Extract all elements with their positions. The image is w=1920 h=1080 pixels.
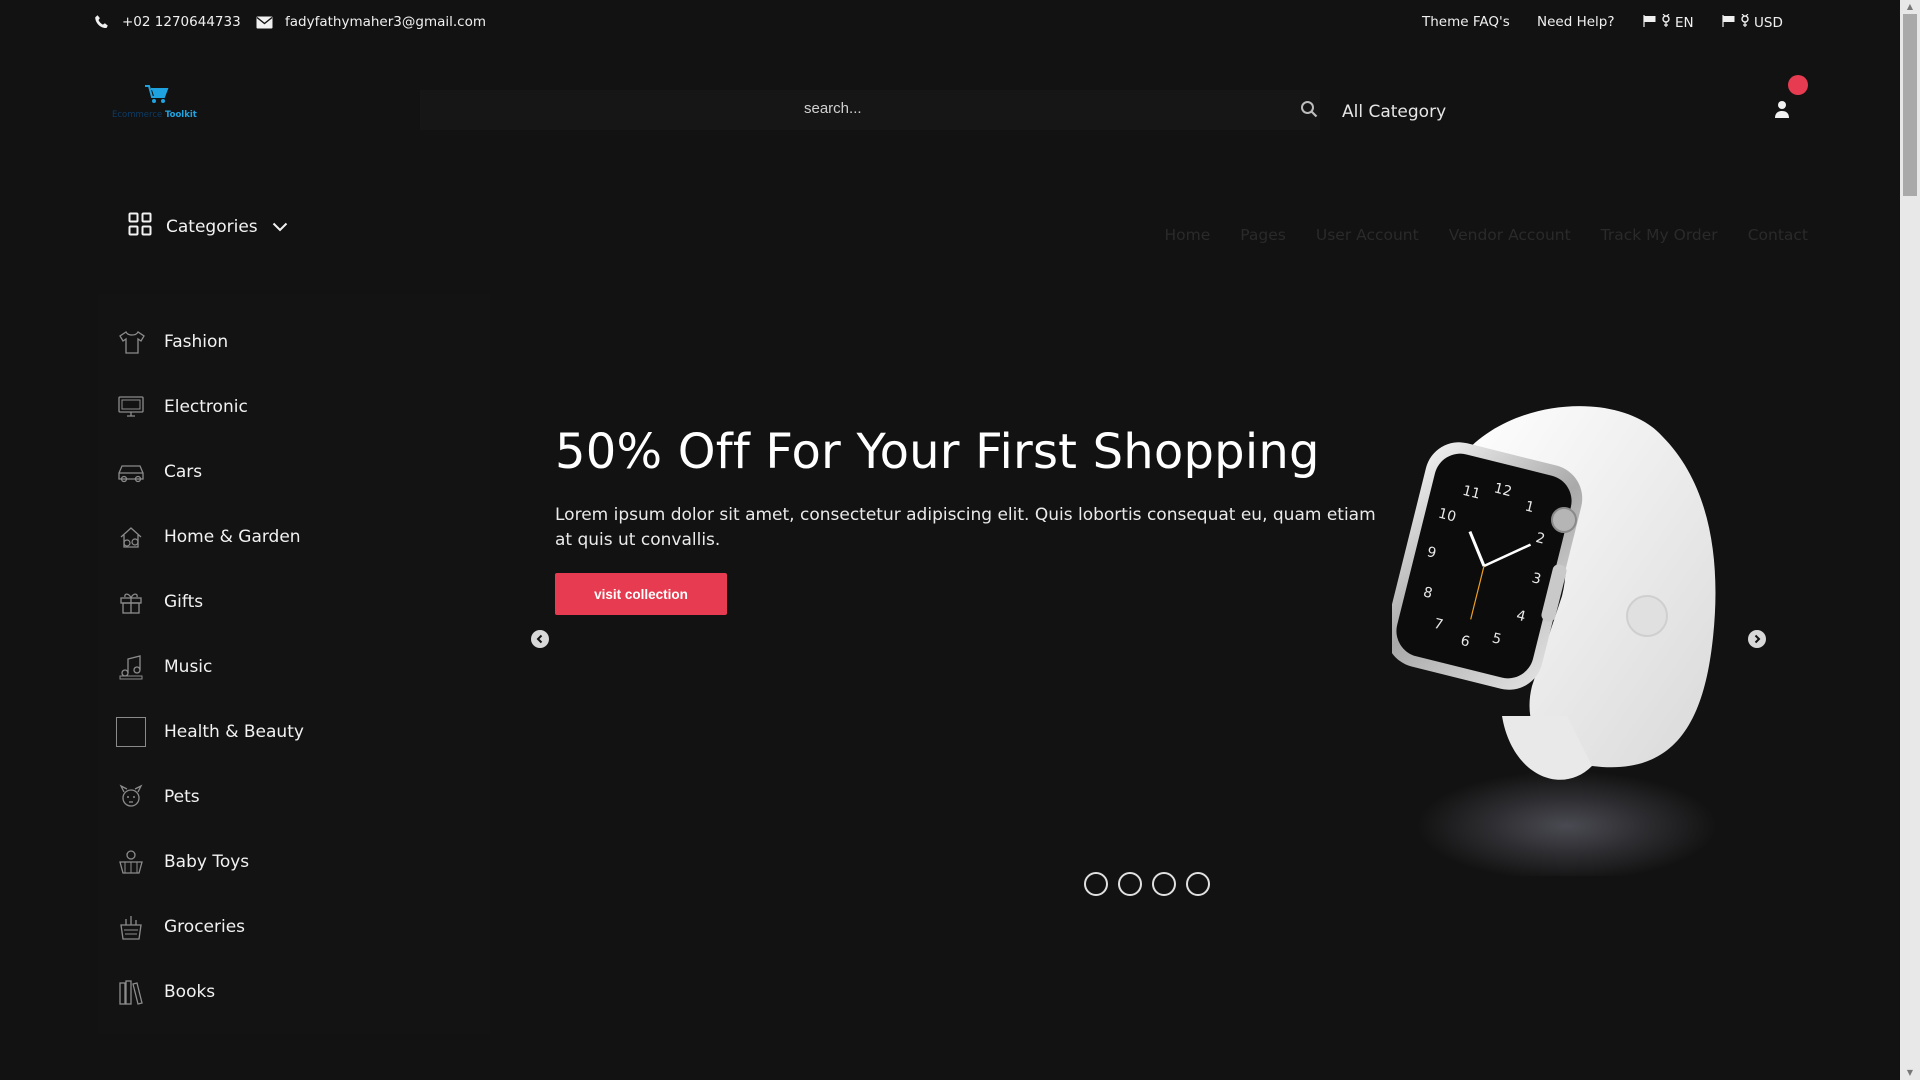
sidebar-item-label: Books [164,982,216,1002]
phone-contact[interactable]: +02 1270644733 [94,14,241,30]
hero-title: 50% Off For Your First Shopping [555,424,1320,480]
flag-icon [1643,14,1657,31]
phone-number: +02 1270644733 [122,14,241,30]
car-icon [116,457,146,487]
groceries-icon [116,912,146,942]
site-logo[interactable]: Ecommerce Toolkit [112,84,202,124]
scroll-down-arrow-icon[interactable]: ▼ [1905,1068,1915,1078]
sidebar-item-books[interactable]: Books [116,976,215,1008]
logo-word-toolkit: Toolkit [164,110,197,120]
health-beauty-icon [116,717,146,747]
search-icon[interactable] [1300,100,1318,122]
watch-shadow [1417,771,1717,876]
chevron-left-icon [536,634,543,644]
page-scrollbar[interactable]: ▲ ▼ [1900,0,1920,1080]
nav-contact[interactable]: Contact [1748,226,1808,244]
gender-icon [1740,13,1750,31]
categories-label: Categories [166,216,258,237]
sidebar-item-label: Fashion [164,332,229,352]
category-select[interactable]: All Category [1342,102,1446,122]
carousel-next-button[interactable] [1748,630,1766,648]
visit-collection-button[interactable]: visit collection [555,573,727,615]
nav-pages[interactable]: Pages [1240,226,1286,244]
carousel-dot[interactable] [1118,872,1142,896]
gender-icon [1661,13,1671,31]
carousel-dot[interactable] [1152,872,1176,896]
grid-icon [128,212,152,241]
hero-description: Lorem ipsum dolor sit amet, consectetur … [555,505,1376,550]
carousel-dots [1084,872,1210,896]
cart-logo-icon [144,84,170,110]
search-input[interactable] [804,100,1284,117]
sidebar-item-label: Groceries [164,917,246,937]
carousel-dot[interactable] [1084,872,1108,896]
sidebar-item-cars[interactable]: Cars [116,456,202,488]
fashion-icon [116,327,146,357]
language-selector[interactable]: EN [1643,13,1694,31]
categories-dropdown[interactable]: Categories [128,212,288,241]
theme-faq-link[interactable]: Theme FAQ's [1422,14,1510,30]
sidebar-item-label: Baby Toys [164,852,250,872]
scroll-up-arrow-icon[interactable]: ▲ [1905,2,1915,12]
top-bar: +02 1270644733 fadyfathymaher3@gmail.com… [0,0,1900,46]
sidebar-item-fashion[interactable]: Fashion [116,326,228,358]
watch-crown [1551,507,1577,533]
flag-icon [1722,14,1736,31]
currency-label: USD [1754,14,1783,31]
baby-toys-icon [116,847,146,877]
phone-icon [94,14,110,30]
nav-vendor-account[interactable]: Vendor Account [1449,226,1571,244]
carousel-dot[interactable] [1186,872,1210,896]
home-garden-icon [116,522,146,552]
music-icon [116,652,146,682]
email-contact[interactable]: fadyfathymaher3@gmail.com [256,14,486,30]
gift-icon [116,587,146,617]
notification-badge [1788,75,1808,95]
sidebar-item-label: Gifts [164,592,204,612]
sidebar-item-music[interactable]: Music [116,651,212,683]
help-label: Need Help? [1537,14,1615,30]
main-nav: Home Pages User Account Vendor Account T… [1164,226,1808,244]
nav-track-order[interactable]: Track My Order [1601,226,1718,244]
sidebar-item-label: Music [164,657,213,677]
currency-selector[interactable]: USD [1722,13,1783,31]
email-address: fadyfathymaher3@gmail.com [285,14,486,30]
sidebar-item-pets[interactable]: Pets [116,781,200,813]
carousel-prev-button[interactable] [531,630,549,648]
logo-text: Ecommerce Toolkit [112,110,197,120]
sidebar-item-baby-toys[interactable]: Baby Toys [116,846,249,878]
mail-icon [256,16,273,29]
search-bar [420,90,1320,130]
books-icon [116,977,146,1007]
faq-label: Theme FAQ's [1422,14,1510,30]
chevron-down-icon [272,217,288,237]
scroll-thumb[interactable] [1903,14,1917,196]
sidebar-item-label: Electronic [164,397,248,417]
nav-home[interactable]: Home [1164,226,1210,244]
chevron-right-icon [1754,634,1761,644]
sidebar-item-health-beauty[interactable]: Health & Beauty [116,716,304,748]
nav-user-account[interactable]: User Account [1316,226,1419,244]
electronic-icon [116,392,146,422]
sidebar-item-label: Health & Beauty [164,722,304,742]
watch-sensor [1626,595,1668,637]
sidebar-item-groceries[interactable]: Groceries [116,911,245,943]
sidebar-item-electronic[interactable]: Electronic [116,391,248,423]
logo-word-ecommerce: Ecommerce [112,110,163,120]
need-help-link[interactable]: Need Help? [1537,14,1615,30]
sidebar-item-home-garden[interactable]: Home & Garden [116,521,301,553]
pets-icon [116,782,146,812]
sidebar-item-label: Home & Garden [164,527,301,547]
sidebar-item-gifts[interactable]: Gifts [116,586,203,618]
user-icon[interactable] [1774,100,1790,122]
sidebar-item-label: Cars [164,462,203,482]
category-sidebar: Fashion Electronic Cars Home & Garden Gi… [98,294,490,1034]
language-label: EN [1675,14,1694,31]
smartwatch-image: 12 1 2 3 4 5 6 7 8 9 10 11 [1392,406,1717,876]
sidebar-item-label: Pets [164,787,200,807]
